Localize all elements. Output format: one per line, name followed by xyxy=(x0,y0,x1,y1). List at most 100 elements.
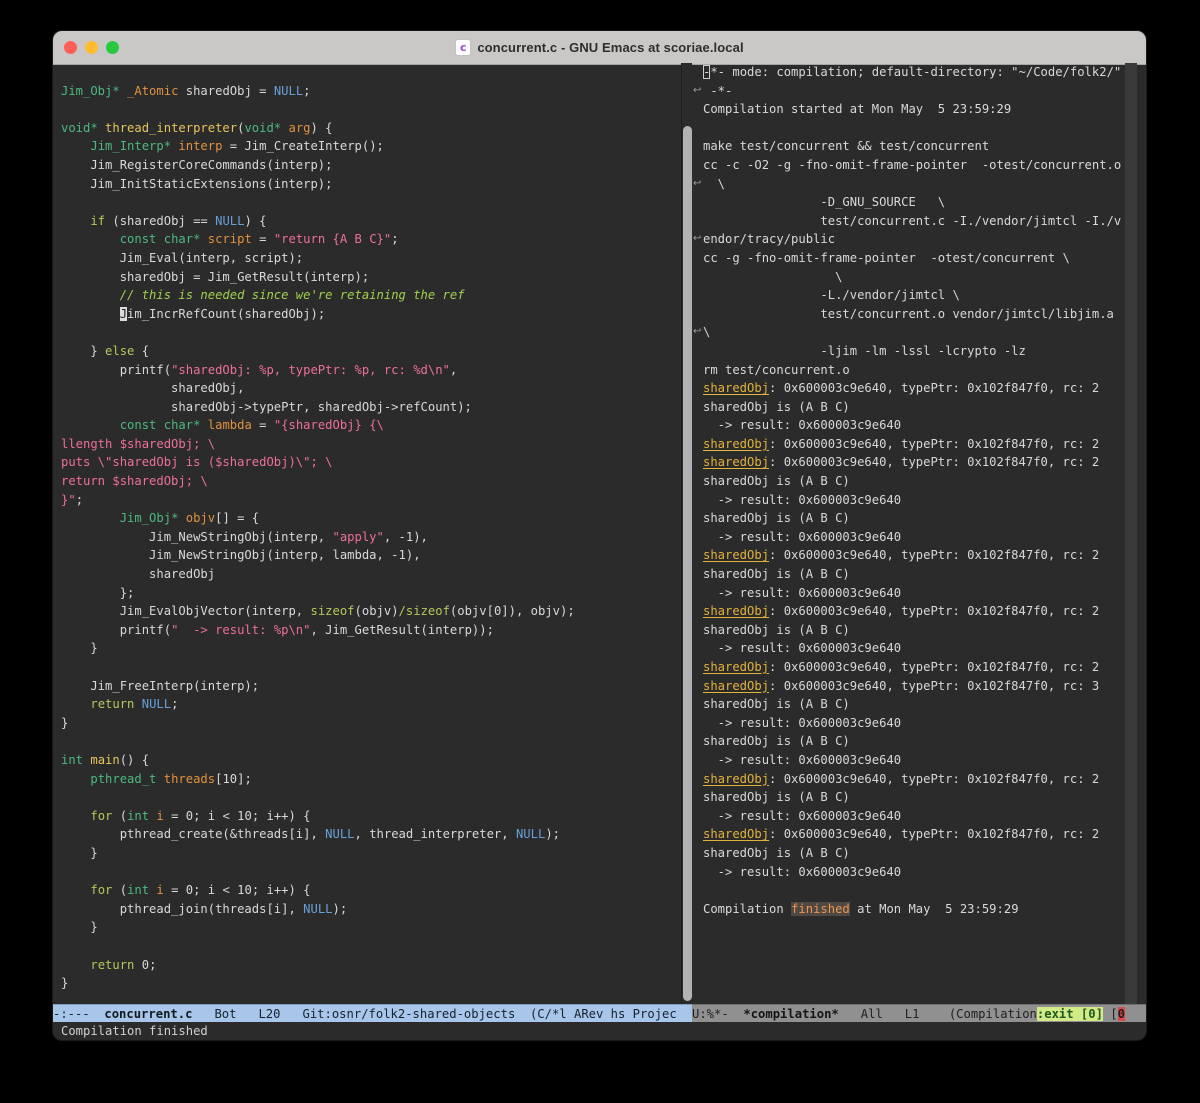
compilation-output-line[interactable]: test/concurrent.c -I./vendor/jimtcl -I./… xyxy=(703,212,1125,231)
compilation-output-line[interactable]: sharedObj: 0x600003c9e640, typePtr: 0x10… xyxy=(703,453,1125,472)
compilation-output-line[interactable]: -> result: 0x600003c9e640 xyxy=(703,528,1125,547)
code-line[interactable]: pthread_create(&threads[i], NULL, thread… xyxy=(61,825,681,844)
compilation-output-line[interactable]: -*-↩ xyxy=(703,82,1125,101)
code-line[interactable]: } xyxy=(61,918,681,937)
code-line[interactable]: } xyxy=(61,844,681,863)
code-line[interactable]: Jim_NewStringObj(interp, "apply", -1), xyxy=(61,528,681,547)
compilation-output-line[interactable]: -> result: 0x600003c9e640 xyxy=(703,491,1125,510)
code-line[interactable]: for (int i = 0; i < 10; i++) { xyxy=(61,881,681,900)
compilation-output-line[interactable]: sharedObj: 0x600003c9e640, typePtr: 0x10… xyxy=(703,770,1125,789)
compilation-output-line[interactable]: sharedObj is (A B C) xyxy=(703,509,1125,528)
code-line[interactable]: Jim_FreeInterp(interp); xyxy=(61,677,681,696)
code-line[interactable]: sharedObj->typePtr, sharedObj->refCount)… xyxy=(61,398,681,417)
code-line[interactable]: for (int i = 0; i < 10; i++) { xyxy=(61,807,681,826)
code-line[interactable] xyxy=(61,100,681,119)
compilation-output-line[interactable]: rm test/concurrent.o xyxy=(703,361,1125,380)
compilation-output-line[interactable]: -ljim -lm -lssl -lcrypto -lz xyxy=(703,342,1125,361)
compilation-output-line[interactable]: sharedObj: 0x600003c9e640, typePtr: 0x10… xyxy=(703,602,1125,621)
compilation-output-line[interactable]: -D_GNU_SOURCE \ xyxy=(703,193,1125,212)
compilation-output-line[interactable]: sharedObj is (A B C) xyxy=(703,472,1125,491)
code-line[interactable]: Jim_Obj* _Atomic sharedObj = NULL; xyxy=(61,82,681,101)
code-line[interactable] xyxy=(61,732,681,751)
right-buffer-scrollbar[interactable] xyxy=(1125,63,1137,1004)
compilation-output-line[interactable]: make test/concurrent && test/concurrent xyxy=(703,137,1125,156)
compilation-output-line[interactable]: -*- mode: compilation; default-directory… xyxy=(703,63,1125,82)
compilation-output-line[interactable]: Compilation finished at Mon May 5 23:59:… xyxy=(703,900,1125,919)
compilation-output-line[interactable]: sharedObj is (A B C) xyxy=(703,565,1125,584)
compilation-output-line[interactable] xyxy=(703,119,1125,138)
compilation-output-line[interactable]: cc -g -fno-omit-frame-pointer -otest/con… xyxy=(703,249,1125,268)
code-line[interactable]: sharedObj, xyxy=(61,379,681,398)
code-line[interactable]: Jim_InitStaticExtensions(interp); xyxy=(61,175,681,194)
zoom-button[interactable] xyxy=(106,41,119,54)
code-line[interactable] xyxy=(61,937,681,956)
compilation-output-line[interactable]: \ xyxy=(703,268,1125,287)
compilation-output-line[interactable]: sharedObj: 0x600003c9e640, typePtr: 0x10… xyxy=(703,379,1125,398)
code-line[interactable]: const char* lambda = "{sharedObj} {\ xyxy=(61,416,681,435)
code-line[interactable]: Jim_NewStringObj(interp, lambda, -1), xyxy=(61,546,681,565)
compilation-output-line[interactable]: -> result: 0x600003c9e640 xyxy=(703,639,1125,658)
code-line[interactable]: return 0; xyxy=(61,956,681,975)
code-line[interactable]: } xyxy=(61,974,681,993)
code-line[interactable]: }"; xyxy=(61,491,681,510)
compilation-buffer[interactable]: -*- mode: compilation; default-directory… xyxy=(692,63,1125,1004)
code-line[interactable]: Jim_Obj* objv[] = { xyxy=(61,509,681,528)
left-buffer-scrollbar[interactable] xyxy=(682,63,692,1004)
code-line[interactable]: Jim_Eval(interp, script); xyxy=(61,249,681,268)
compilation-output-line[interactable]: -L./vendor/jimtcl \ xyxy=(703,286,1125,305)
code-line[interactable]: llength $sharedObj; \ xyxy=(61,435,681,454)
compilation-output-line[interactable]: -> result: 0x600003c9e640 xyxy=(703,751,1125,770)
compilation-output-line[interactable]: test/concurrent.o vendor/jimtcl/libjim.a… xyxy=(703,305,1125,324)
compilation-output-line[interactable]: -> result: 0x600003c9e640 xyxy=(703,807,1125,826)
code-line[interactable]: printf("sharedObj: %p, typePtr: %p, rc: … xyxy=(61,361,681,380)
code-line[interactable]: return $sharedObj; \ xyxy=(61,472,681,491)
compilation-output-line[interactable]: sharedObj: 0x600003c9e640, typePtr: 0x10… xyxy=(703,825,1125,844)
code-line[interactable]: } else { xyxy=(61,342,681,361)
code-line[interactable]: Jim_Interp* interp = Jim_CreateInterp(); xyxy=(61,137,681,156)
scrollbar-thumb[interactable] xyxy=(683,126,692,1001)
code-line[interactable]: const char* script = "return {A B C}"; xyxy=(61,230,681,249)
compilation-output-line[interactable]: -> result: 0x600003c9e640 xyxy=(703,584,1125,603)
code-line[interactable]: int main() { xyxy=(61,751,681,770)
compilation-output-line[interactable]: sharedObj: 0x600003c9e640, typePtr: 0x10… xyxy=(703,546,1125,565)
code-line[interactable]: puts \"sharedObj is ($sharedObj)\"; \ xyxy=(61,453,681,472)
code-line[interactable]: } xyxy=(61,714,681,733)
compilation-output-line[interactable]: cc -c -O2 -g -fno-omit-frame-pointer -ot… xyxy=(703,156,1125,175)
compilation-output-line[interactable]: sharedObj is (A B C) xyxy=(703,695,1125,714)
code-line[interactable]: Jim_RegisterCoreCommands(interp); xyxy=(61,156,681,175)
code-line[interactable]: }; xyxy=(61,584,681,603)
code-line[interactable]: pthread_t threads[10]; xyxy=(61,770,681,789)
compilation-output-line[interactable]: sharedObj is (A B C) xyxy=(703,844,1125,863)
file-proxy-icon[interactable]: c xyxy=(455,39,471,56)
compilation-output-line[interactable]: sharedObj is (A B C) xyxy=(703,732,1125,751)
compilation-output-line[interactable]: -> result: 0x600003c9e640 xyxy=(703,416,1125,435)
code-line[interactable] xyxy=(61,193,681,212)
compilation-output-line[interactable]: \↩ xyxy=(703,175,1125,194)
modeline-source-buffer[interactable]: -:--- concurrent.c Bot L20 Git:osnr/folk… xyxy=(53,1004,692,1022)
code-line[interactable]: } xyxy=(61,639,681,658)
code-line[interactable]: void* thread_interpreter(void* arg) { xyxy=(61,119,681,138)
compilation-output-line[interactable] xyxy=(703,881,1125,900)
code-line[interactable]: Jim_IncrRefCount(sharedObj); xyxy=(61,305,681,324)
compilation-output-line[interactable]: sharedObj is (A B C) xyxy=(703,398,1125,417)
code-line[interactable]: sharedObj xyxy=(61,565,681,584)
compilation-output-line[interactable]: sharedObj: 0x600003c9e640, typePtr: 0x10… xyxy=(703,435,1125,454)
close-button[interactable] xyxy=(64,41,77,54)
compilation-output-line[interactable]: -> result: 0x600003c9e640 xyxy=(703,714,1125,733)
code-line[interactable] xyxy=(61,863,681,882)
echo-area[interactable]: Compilation finished xyxy=(53,1022,1146,1041)
code-line[interactable] xyxy=(61,658,681,677)
minimize-button[interactable] xyxy=(85,41,98,54)
titlebar[interactable]: c concurrent.c - GNU Emacs at scoriae.lo… xyxy=(53,31,1146,65)
code-line[interactable]: Jim_EvalObjVector(interp, sizeof(objv)/s… xyxy=(61,602,681,621)
code-line[interactable] xyxy=(61,323,681,342)
code-line[interactable]: sharedObj = Jim_GetResult(interp); xyxy=(61,268,681,287)
compilation-output-line[interactable]: sharedObj: 0x600003c9e640, typePtr: 0x10… xyxy=(703,677,1125,696)
code-line[interactable]: return NULL; xyxy=(61,695,681,714)
code-line[interactable]: pthread_join(threads[i], NULL); xyxy=(61,900,681,919)
compilation-output-line[interactable]: sharedObj is (A B C) xyxy=(703,788,1125,807)
code-line[interactable] xyxy=(61,788,681,807)
compilation-output-line[interactable]: Compilation started at Mon May 5 23:59:2… xyxy=(703,100,1125,119)
compilation-output-line[interactable]: \↩ xyxy=(703,323,1125,342)
code-line[interactable]: if (sharedObj == NULL) { xyxy=(61,212,681,231)
